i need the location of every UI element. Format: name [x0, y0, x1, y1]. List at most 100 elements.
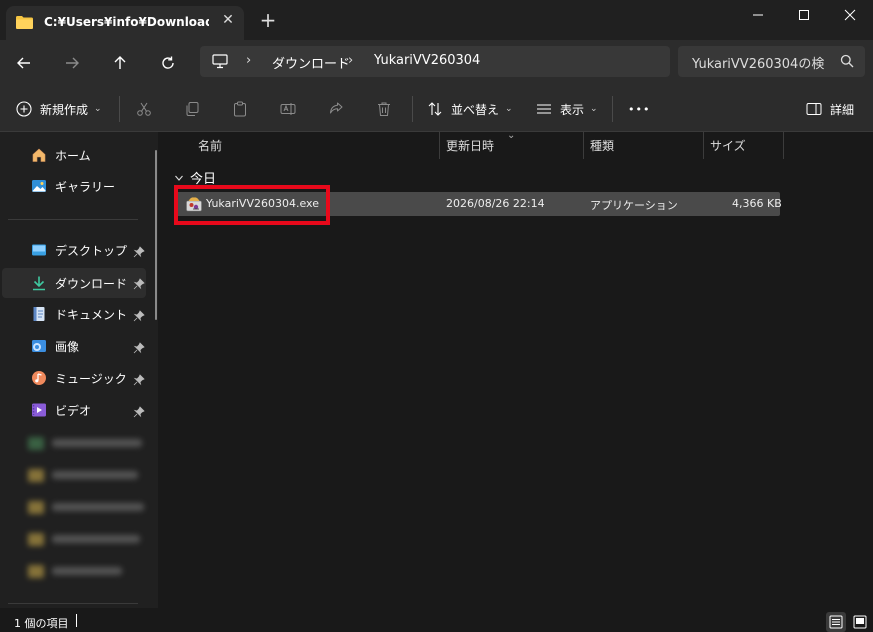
tab-title: C:¥Users¥info¥Downloads¥Yuk — [44, 15, 209, 29]
blurred-folder-item[interactable] — [28, 562, 122, 580]
sidebar-item-label: 画像 — [55, 339, 80, 354]
blurred-folder-item[interactable] — [28, 434, 142, 452]
maximize-icon — [799, 10, 809, 20]
sidebar-item-videos[interactable]: ビデオ — [31, 397, 91, 423]
minimize-button[interactable] — [735, 0, 781, 30]
rename-button[interactable] — [280, 86, 296, 132]
arrow-up-icon — [114, 56, 126, 69]
group-label: 今日 — [190, 172, 217, 187]
sidebar-item-music[interactable]: ミュージック — [31, 365, 127, 391]
column-header-size[interactable]: サイズ — [710, 132, 746, 159]
copy-button[interactable] — [184, 86, 200, 132]
sidebar-item-gallery[interactable]: ギャラリー — [31, 173, 115, 199]
pin-icon — [133, 342, 145, 354]
sidebar-item-documents[interactable]: ドキュメント — [31, 301, 127, 327]
pin-icon — [133, 278, 145, 290]
command-bar: 新規作成 ⌄ 並べ替え ⌄ 表示 ⌄ ••• 詳細 — [0, 86, 873, 132]
sidebar-divider — [8, 219, 138, 220]
sort-button[interactable]: 並べ替え ⌄ — [427, 86, 513, 132]
more-options-button[interactable]: ••• — [628, 86, 650, 132]
rename-icon — [280, 103, 296, 115]
close-tab-icon[interactable]: ✕ — [220, 12, 236, 28]
up-button[interactable] — [106, 49, 134, 77]
share-icon — [330, 102, 343, 114]
pin-icon — [133, 406, 145, 418]
paste-button[interactable] — [232, 86, 248, 132]
blurred-folder-item[interactable] — [28, 498, 144, 516]
group-header-today[interactable]: 今日 — [174, 168, 216, 187]
sort-icon — [428, 102, 442, 116]
blurred-folder-item[interactable] — [28, 466, 138, 484]
delete-button[interactable] — [376, 86, 392, 132]
plus-circle-icon — [16, 101, 32, 117]
tiles-view-icon — [853, 615, 867, 629]
file-name: YukariVV260304.exe — [206, 197, 319, 210]
chevron-down-icon — [175, 175, 183, 181]
sidebar-scrollbar[interactable] — [155, 150, 157, 320]
file-modified: 2026/08/26 22:14 — [446, 197, 545, 210]
sidebar-item-desktop[interactable]: デスクトップ — [31, 237, 127, 263]
cut-button[interactable] — [136, 86, 152, 132]
column-header-name[interactable]: 名前 — [198, 132, 222, 159]
new-button-label: 新規作成 — [40, 102, 89, 117]
column-divider[interactable] — [583, 132, 584, 159]
forward-button[interactable] — [58, 49, 86, 77]
view-button[interactable]: 表示 ⌄ — [536, 86, 598, 132]
details-pane-icon — [806, 103, 822, 115]
breadcrumb-downloads[interactable]: ダウンロード — [272, 53, 350, 72]
pin-icon — [133, 374, 145, 386]
paste-icon — [234, 101, 246, 117]
address-bar[interactable]: › ダウンロード › YukariVV260304 — [200, 46, 670, 77]
folder-icon — [16, 16, 33, 29]
arrow-right-icon — [66, 57, 79, 69]
tiles-view-button[interactable] — [850, 612, 870, 632]
details-view-icon — [829, 615, 843, 629]
refresh-button[interactable] — [154, 49, 182, 77]
details-pane-button[interactable]: 詳細 — [806, 86, 854, 132]
column-divider[interactable] — [783, 132, 784, 159]
back-button[interactable] — [10, 49, 38, 77]
tab-downloads[interactable]: C:¥Users¥info¥Downloads¥Yuk ✕ — [6, 6, 244, 40]
sidebar-item-label: デスクトップ — [55, 243, 128, 258]
sidebar-item-label: ビデオ — [55, 403, 92, 418]
copy-icon — [186, 102, 199, 116]
sidebar-item-label: ギャラリー — [55, 179, 116, 194]
breadcrumb-current-folder[interactable]: YukariVV260304 — [374, 53, 480, 68]
details-pane-label: 詳細 — [830, 102, 855, 117]
column-header-modified[interactable]: 更新日時 — [446, 132, 494, 159]
new-button[interactable]: 新規作成 ⌄ — [16, 86, 102, 132]
title-bar: C:¥Users¥info¥Downloads¥Yuk ✕ + — [0, 0, 873, 40]
sidebar-item-pictures[interactable]: 画像 — [31, 333, 79, 359]
sidebar-item-downloads[interactable]: ダウンロード — [31, 270, 127, 296]
share-button[interactable] — [328, 86, 344, 132]
pictures-icon — [31, 338, 47, 354]
computer-icon — [212, 54, 228, 69]
file-row[interactable]: YukariVV260304.exe 2026/08/26 22:14 アプリケ… — [174, 192, 782, 216]
search-input[interactable]: YukariVV260304の検 — [678, 46, 865, 77]
sidebar-item-label: ダウンロード — [55, 276, 128, 291]
column-header-type[interactable]: 種類 — [590, 132, 614, 159]
maximize-button[interactable] — [781, 0, 827, 30]
view-button-label: 表示 — [560, 102, 585, 117]
refresh-icon — [162, 56, 174, 69]
new-tab-button[interactable]: + — [258, 10, 278, 30]
search-icon — [840, 54, 854, 68]
column-divider[interactable] — [703, 132, 704, 159]
toolbar-divider — [412, 96, 413, 122]
trash-icon — [378, 102, 390, 116]
minimize-icon — [753, 14, 763, 16]
file-type: アプリケーション — [590, 199, 678, 212]
navigation-pane: ホーム ギャラリー デスクトップ ダウンロード ドキュメント 画像 ミュージック… — [0, 132, 158, 608]
close-window-button[interactable] — [827, 0, 873, 30]
blurred-folder-item[interactable] — [28, 530, 140, 548]
gallery-icon — [31, 178, 47, 194]
sidebar-item-label: ホーム — [55, 148, 91, 163]
sidebar-item-home[interactable]: ホーム — [31, 142, 91, 168]
arrow-left-icon — [17, 57, 30, 69]
details-view-button[interactable] — [826, 612, 846, 632]
status-divider — [76, 614, 77, 627]
cut-icon — [137, 102, 151, 116]
column-divider[interactable] — [439, 132, 440, 159]
item-count: 1 個の項目 — [14, 617, 69, 630]
document-icon — [31, 306, 47, 322]
